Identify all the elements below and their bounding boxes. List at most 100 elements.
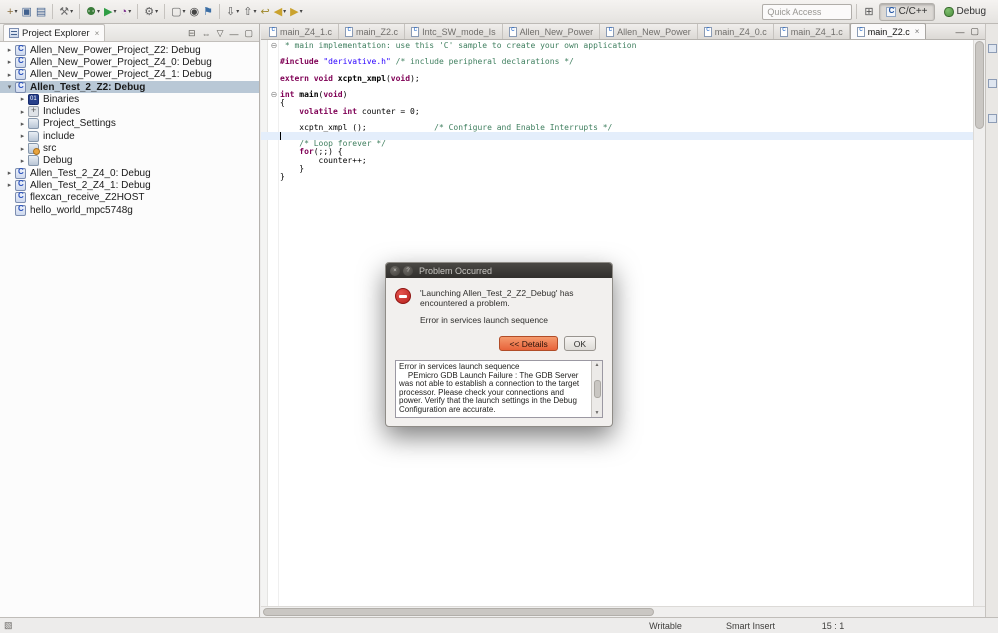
run-icon[interactable]: ▶ ▾ <box>102 3 118 21</box>
perspective-debug[interactable]: Debug <box>937 3 993 21</box>
tree-arrow-icon[interactable]: ▸ <box>4 71 15 79</box>
save-icon[interactable]: ▣ <box>19 3 33 21</box>
vertical-scrollbar-thumb[interactable] <box>975 41 984 129</box>
maximize-view-icon[interactable]: ▢ <box>244 28 253 39</box>
profile-icon[interactable]: ◔ ▾ <box>119 3 134 21</box>
dropdown-arrow-icon[interactable]: ▾ <box>70 8 73 15</box>
tree-arrow-icon[interactable]: ▸ <box>4 58 15 66</box>
dropdown-arrow-icon[interactable]: ▾ <box>300 8 303 15</box>
tree-arrow-icon[interactable]: ▸ <box>17 120 28 128</box>
build-icon[interactable]: ⚒ ▾ <box>57 3 75 21</box>
save-all-icon[interactable]: ▤ <box>34 3 48 21</box>
tree-item[interactable]: ▸ Allen_Test_2_Z4_0: Debug <box>0 167 259 179</box>
annotation-ruler[interactable] <box>261 40 268 606</box>
details-button[interactable]: << Details <box>499 336 558 351</box>
minimized-view-icon[interactable] <box>987 114 997 123</box>
view-menu-icon[interactable]: ▽ <box>217 28 224 39</box>
last-edit-location-icon[interactable]: ↩ <box>258 3 271 21</box>
tree-arrow-icon[interactable]: ▸ <box>4 181 15 189</box>
tree-arrow-icon[interactable]: ▸ <box>4 46 15 54</box>
editor-tab-main-z4-0-c[interactable]: main_Z4_0.c <box>698 24 774 39</box>
editor-tab-main-z2-c[interactable]: main_Z2.c <box>339 24 406 39</box>
tree-arrow-icon[interactable]: ▸ <box>17 108 28 116</box>
collapse-all-icon[interactable]: ⊟ <box>188 28 196 39</box>
dropdown-arrow-icon[interactable]: ▾ <box>236 8 239 15</box>
tree-item[interactable]: flexcan_receive_Z2HOST <box>0 191 259 204</box>
maximize-editor-icon[interactable]: ▢ <box>970 26 979 37</box>
tree-item[interactable]: ▸ Allen_Test_2_Z4_1: Debug <box>0 179 259 191</box>
editor-tab-main-z2-c[interactable]: main_Z2.c × <box>849 23 927 39</box>
new-c-file-icon[interactable]: ▢ ▾ <box>169 3 187 21</box>
previous-annotation-icon[interactable]: ⇧ ▾ <box>241 3 258 21</box>
status-trim-icon[interactable]: ▧ <box>4 620 13 631</box>
dropdown-arrow-icon[interactable]: ▾ <box>97 8 100 15</box>
quick-access-input[interactable] <box>762 3 853 20</box>
scroll-down-icon[interactable]: ▼ <box>595 410 600 416</box>
forward-icon[interactable]: ▶ ▾ <box>288 3 304 21</box>
minimized-view-icon[interactable] <box>987 44 997 53</box>
dialog-close-icon[interactable]: × <box>390 265 400 276</box>
back-icon[interactable]: ◀ ▾ <box>272 3 288 21</box>
dialog-titlebar[interactable]: × ? Problem Occurred <box>386 263 612 278</box>
tree-item[interactable]: ▸ Allen_New_Power_Project_Z4_1: Debug <box>0 68 259 81</box>
external-tools-icon[interactable]: ⚙ ▾ <box>142 3 160 21</box>
dropdown-arrow-icon[interactable]: ▾ <box>14 8 17 15</box>
scroll-up-icon[interactable]: ▲ <box>595 362 600 368</box>
ok-button[interactable]: OK <box>563 336 596 351</box>
tree-item[interactable]: ▾ Allen_Test_2_Z2: Debug <box>0 81 259 94</box>
editor-tab-allen-new-power[interactable]: Allen_New_Power <box>503 24 601 39</box>
dropdown-arrow-icon[interactable]: ▾ <box>114 8 117 15</box>
code-editor[interactable]: ⊖ ⊖ * main implementation: use this 'C' s… <box>261 40 985 606</box>
dropdown-arrow-icon[interactable]: ▾ <box>183 8 186 15</box>
close-tab-icon[interactable]: × <box>915 27 920 36</box>
details-text-area[interactable]: Error in services launch sequence PEmicr… <box>395 360 603 418</box>
editor-tab-allen-new-power[interactable]: Allen_New_Power <box>600 24 698 39</box>
dropdown-arrow-icon[interactable]: ▾ <box>253 8 256 15</box>
details-scrollbar[interactable]: ▲ ▼ <box>591 361 602 417</box>
horizontal-scrollbar-thumb[interactable] <box>263 608 654 616</box>
tree-item[interactable]: ▸ Allen_New_Power_Project_Z2: Debug <box>0 44 259 56</box>
details-scrollbar-thumb[interactable] <box>593 380 601 398</box>
search-icon[interactable]: ◉ <box>188 3 202 21</box>
new-icon[interactable]: + ▾ <box>5 3 19 21</box>
next-annotation-icon[interactable]: ⇩ ▾ <box>224 3 241 21</box>
tree-arrow-icon[interactable]: ▾ <box>4 83 15 91</box>
tree-item[interactable]: ▸ include <box>0 130 259 142</box>
tree-arrow-icon[interactable]: ▸ <box>17 145 28 153</box>
project-tree: ▸Allen_New_Power_Project_Z2: Debug▸Allen… <box>0 42 259 617</box>
tree-item[interactable]: ▸ Binaries <box>0 93 259 105</box>
vertical-scrollbar[interactable] <box>973 40 985 606</box>
dropdown-arrow-icon[interactable]: ▾ <box>283 8 286 15</box>
dialog-help-icon[interactable]: ? <box>403 265 413 276</box>
tree-item[interactable]: ▸ Project_Settings <box>0 118 259 130</box>
open-perspective-icon[interactable]: ⊞ <box>864 5 873 18</box>
toggle-breakpoint-icon[interactable]: ⚑ <box>201 3 215 21</box>
editor-tab-intc-sw-mode-is[interactable]: Intc_SW_mode_Is <box>405 24 503 39</box>
fold-collapse-icon[interactable]: ⊖ <box>270 42 278 50</box>
editor-tab-main-z4-1-c[interactable]: main_Z4_1.c <box>263 24 340 39</box>
perspective-c-c-[interactable]: C/C++ <box>878 2 935 21</box>
minimized-view-icon[interactable] <box>987 79 997 88</box>
debug-icon[interactable]: ⚉ ▾ <box>84 3 102 21</box>
tree-arrow-icon[interactable]: ▸ <box>17 132 28 140</box>
dropdown-arrow-icon[interactable]: ▾ <box>128 8 131 15</box>
minimize-editor-icon[interactable]: — <box>955 27 964 37</box>
tree-item[interactable]: ▸ Includes <box>0 105 259 118</box>
tree-arrow-icon[interactable]: ▸ <box>17 157 28 165</box>
minimize-view-icon[interactable]: — <box>229 29 238 39</box>
tree-arrow-icon[interactable]: ▸ <box>17 95 28 103</box>
close-view-icon[interactable]: × <box>95 29 100 38</box>
tree-arrow-icon[interactable]: ▸ <box>4 169 15 177</box>
fold-collapse-icon[interactable]: ⊖ <box>270 91 278 99</box>
link-with-editor-icon[interactable]: ⇔ <box>202 29 211 39</box>
tree-item[interactable]: ▸ src <box>0 142 259 156</box>
tree-item[interactable]: ▸ Allen_New_Power_Project_Z4_0: Debug <box>0 56 259 68</box>
fold-ruler[interactable]: ⊖ ⊖ <box>269 40 279 606</box>
tree-item[interactable]: hello_world_mpc5748g <box>0 204 259 216</box>
editor-tab-main-z4-1-c[interactable]: main_Z4_1.c <box>774 24 850 39</box>
tree-item[interactable]: ▸ Debug <box>0 155 259 167</box>
horizontal-scrollbar[interactable] <box>261 606 985 617</box>
tab-project-explorer[interactable]: Project Explorer × <box>3 24 106 41</box>
dropdown-arrow-icon[interactable]: ▾ <box>155 8 158 15</box>
code-line: } <box>280 172 285 181</box>
